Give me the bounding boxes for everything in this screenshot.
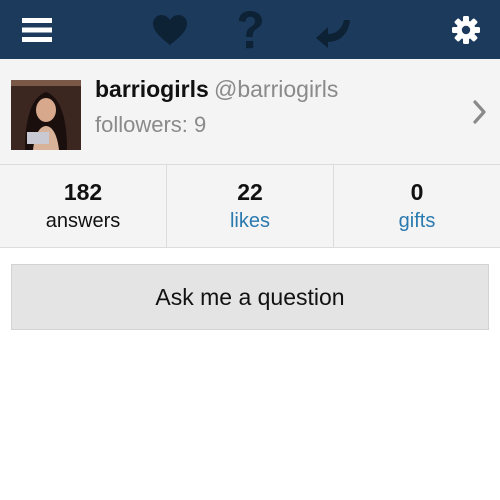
menu-button[interactable] xyxy=(14,0,60,59)
answers-label: answers xyxy=(45,210,121,232)
gifts-label[interactable]: gifts xyxy=(399,208,436,234)
gifts-count: 0 xyxy=(410,179,424,205)
likes-count: 22 xyxy=(237,179,263,205)
stat-answers[interactable]: 182 answers xyxy=(0,165,167,247)
user-handle: @barriogirls xyxy=(214,76,339,102)
stat-likes[interactable]: 22 likes xyxy=(167,165,334,247)
menu-icon xyxy=(22,17,52,42)
answers-count: 182 xyxy=(63,179,103,205)
followers-count[interactable]: followers: 9 xyxy=(95,112,206,138)
avatar[interactable] xyxy=(11,80,81,150)
profile-header[interactable]: barriogirls @barriogirls followers: 9 xyxy=(0,59,500,165)
question-icon xyxy=(239,10,262,48)
username: barriogirls xyxy=(95,76,209,102)
stat-gifts[interactable]: 0 gifts xyxy=(334,165,500,247)
likes-label[interactable]: likes xyxy=(230,208,270,234)
gear-icon xyxy=(452,15,480,44)
top-bar xyxy=(0,0,500,59)
settings-button[interactable] xyxy=(446,0,486,59)
reply-nav-button[interactable] xyxy=(312,0,354,59)
ask-question-button[interactable]: Ask me a question xyxy=(11,264,489,330)
stats-row: 182 answers 22 likes 0 gifts xyxy=(0,165,500,248)
reply-icon xyxy=(316,19,350,48)
questions-nav-button[interactable] xyxy=(230,0,270,59)
likes-nav-button[interactable] xyxy=(148,0,192,59)
chevron-right-icon[interactable] xyxy=(470,97,490,127)
heart-icon xyxy=(153,14,187,45)
